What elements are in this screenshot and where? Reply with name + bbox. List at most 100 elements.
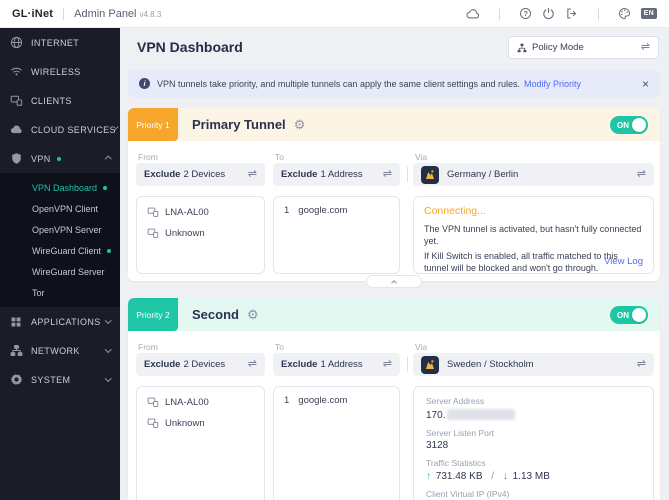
app-title: Admin Panel xyxy=(74,7,137,20)
device-icon xyxy=(147,396,159,408)
sidebar-item-vpn-dashboard[interactable]: VPN Dashboard xyxy=(0,177,120,198)
chevron-down-icon xyxy=(104,317,111,324)
detail-listen-port: Server Listen Port 3128 xyxy=(426,427,495,452)
sidebar-item-network[interactable]: NETWORK xyxy=(0,336,120,365)
chevron-down-icon xyxy=(104,346,111,353)
network-icon xyxy=(10,344,23,357)
globe-icon xyxy=(10,36,23,49)
grid-icon xyxy=(10,316,23,328)
close-icon[interactable]: × xyxy=(642,77,649,91)
policy-mode-button[interactable]: Policy Mode ⇌ xyxy=(508,36,659,59)
theme-palette-icon[interactable] xyxy=(618,7,632,21)
cloud-icon xyxy=(10,123,23,136)
divider xyxy=(407,357,408,372)
detail-server-address: Server Address 170. xyxy=(426,396,641,421)
to-selector[interactable]: Exclude 1 Address ⇌ xyxy=(273,353,400,376)
via-selector[interactable]: Germany / Berlin ⇌ xyxy=(413,163,654,186)
gear-icon[interactable]: ⚙ xyxy=(247,308,259,321)
gear-icon[interactable]: ⚙ xyxy=(294,118,306,131)
main-content: VPN Dashboard Policy Mode ⇌ i VPN tunnel… xyxy=(120,28,669,500)
device-item: Unknown xyxy=(147,417,254,429)
detail-client-virtual-ip: Client Virtual IP (IPv4) 10.66.219.241 xyxy=(426,488,510,499)
toggle-knob xyxy=(632,307,646,322)
sidebar-item-openvpn-client[interactable]: OpenVPN Client xyxy=(0,198,120,219)
logout-icon[interactable] xyxy=(565,7,579,21)
sidebar-item-wireless[interactable]: WIRELESS xyxy=(0,57,120,86)
addresses-list: 1 google.com xyxy=(273,196,400,274)
to-label: To xyxy=(275,342,284,352)
tunnel-card-primary: Priority 1 Primary Tunnel ⚙ ON From To V… xyxy=(128,108,660,288)
cloud-icon[interactable] xyxy=(466,7,480,21)
sidebar-item-internet[interactable]: INTERNET xyxy=(0,28,120,57)
app-window: GL·iNet Admin Panel v4.8.3 ? EN INTERNET… xyxy=(0,0,669,500)
status-dot xyxy=(103,185,108,190)
priority-badge: Priority 2 xyxy=(128,298,178,331)
connection-details-panel: Server Address 170. Server Listen Port 3… xyxy=(413,386,654,500)
clients-icon xyxy=(10,94,23,107)
divider xyxy=(407,167,408,182)
glinet-logo: GL·iNet xyxy=(12,7,54,20)
tunnel-on-toggle[interactable]: ON xyxy=(610,115,648,134)
divider xyxy=(498,7,500,20)
address-item: 1 google.com xyxy=(284,205,348,216)
status-title: Connecting... xyxy=(424,205,486,217)
sidebar-item-wireguard-client[interactable]: WireGuard Client xyxy=(0,240,120,261)
via-label: Via xyxy=(415,152,428,162)
device-icon xyxy=(147,417,159,429)
topbar: GL·iNet Admin Panel v4.8.3 ? EN xyxy=(0,0,669,28)
to-label: To xyxy=(275,152,284,162)
sidebar-item-clients[interactable]: CLIENTS xyxy=(0,86,120,115)
shield-icon xyxy=(10,152,23,165)
sidebar-item-wireguard-server[interactable]: WireGuard Server xyxy=(0,261,120,282)
swap-icon: ⇌ xyxy=(636,358,646,370)
tunnel-title: Primary Tunnel xyxy=(192,117,286,132)
detail-traffic-statistics: Traffic Statistics ↑ 731.48 KB / ↓ 1.13 … xyxy=(426,458,550,482)
tunnel-card-header: Priority 2 Second ⚙ ON xyxy=(128,298,660,331)
help-icon[interactable]: ? xyxy=(519,7,533,21)
info-banner: i VPN tunnels take priority, and multipl… xyxy=(128,70,660,97)
sidebar: INTERNET WIRELESS CLIENTS CLOUD SERVICES… xyxy=(0,28,120,500)
sidebar-item-vpn[interactable]: VPN xyxy=(0,144,120,173)
status-text: The VPN tunnel is activated, but hasn't … xyxy=(424,224,642,247)
swap-icon: ⇌ xyxy=(247,168,257,180)
to-selector[interactable]: Exclude 1 Address ⇌ xyxy=(273,163,400,186)
sidebar-item-openvpn-server[interactable]: OpenVPN Server xyxy=(0,219,120,240)
device-icon xyxy=(147,206,159,218)
sidebar-item-system[interactable]: SYSTEM xyxy=(0,365,120,394)
chevron-up-icon xyxy=(391,280,397,286)
topbar-actions: ? EN xyxy=(466,7,657,21)
status-dot xyxy=(107,248,112,253)
via-selector[interactable]: Sweden / Stockholm ⇌ xyxy=(413,353,654,376)
chevron-up-icon xyxy=(104,156,111,163)
tunnel-on-toggle[interactable]: ON xyxy=(610,305,648,324)
toggle-knob xyxy=(632,117,646,132)
vpn-submenu: VPN Dashboard OpenVPN Client OpenVPN Ser… xyxy=(0,173,120,307)
priority-badge: Priority 1 xyxy=(128,108,178,141)
devices-list: LNA-AL00 Unknown xyxy=(136,386,265,500)
view-log-link[interactable]: View Log xyxy=(604,256,643,267)
swap-icon: ⇌ xyxy=(640,41,650,53)
sidebar-item-applications[interactable]: APPLICATIONS xyxy=(0,307,120,336)
gear-icon xyxy=(10,373,23,386)
upload-arrow-icon: ↑ xyxy=(426,470,431,482)
info-icon: i xyxy=(139,78,150,89)
sidebar-item-tor[interactable]: Tor xyxy=(0,282,120,303)
language-badge[interactable]: EN xyxy=(640,8,657,19)
addresses-list: 1 google.com xyxy=(273,386,400,500)
modify-priority-link[interactable]: Modify Priority xyxy=(524,79,581,89)
chevron-down-icon xyxy=(104,375,111,382)
via-location: Sweden / Stockholm xyxy=(447,359,534,370)
vpn-provider-icon xyxy=(421,165,439,184)
tunnel-title: Second xyxy=(192,307,239,322)
sidebar-item-cloud-services[interactable]: CLOUD SERVICES xyxy=(0,115,120,144)
divider xyxy=(597,7,599,20)
policy-mode-icon xyxy=(517,43,527,53)
from-selector[interactable]: Exclude 2 Devices ⇌ xyxy=(136,163,265,186)
banner-text: VPN tunnels take priority, and multiple … xyxy=(157,78,521,89)
collapse-button[interactable] xyxy=(366,275,422,288)
status-dot xyxy=(56,156,61,161)
app-version: v4.8.3 xyxy=(139,10,162,19)
power-icon[interactable] xyxy=(542,7,556,21)
from-selector[interactable]: Exclude 2 Devices ⇌ xyxy=(136,353,265,376)
from-label: From xyxy=(138,342,158,352)
